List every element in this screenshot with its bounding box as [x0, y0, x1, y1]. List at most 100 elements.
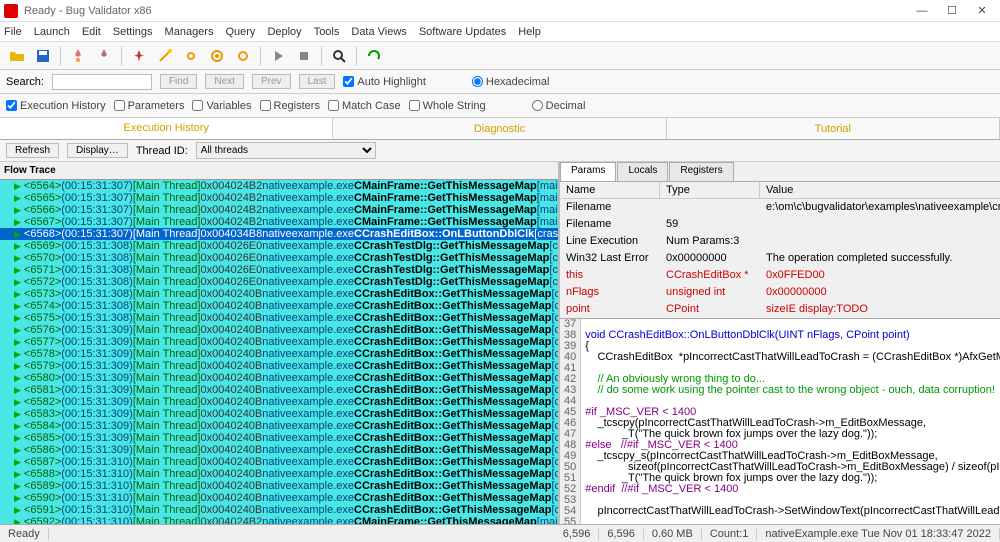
menu-file[interactable]: File [4, 26, 22, 38]
trace-row[interactable]: ▶<6564> (00:15:31:307) [Main Thread] 0x0… [0, 180, 558, 192]
menu-edit[interactable]: Edit [82, 26, 101, 38]
minimize-button[interactable]: — [908, 2, 936, 20]
menu-help[interactable]: Help [518, 26, 541, 38]
param-tab-params[interactable]: Params [560, 162, 616, 181]
source-view[interactable]: 3738394041424344454647484950515253545556… [560, 319, 1000, 524]
params-check[interactable]: Parameters [114, 100, 185, 112]
menu-query[interactable]: Query [225, 26, 255, 38]
param-row[interactable]: Line ExecutionNum Params:3 [560, 233, 1000, 250]
trace-row[interactable]: ▶<6573> (00:15:31:308) [Main Thread] 0x0… [0, 288, 558, 300]
code-line: pIncorrectCastThatWillLeadToCrash->SetWi… [581, 506, 1000, 517]
trace-row[interactable]: ▶<6578> (00:15:31:309) [Main Thread] 0x0… [0, 348, 558, 360]
close-button[interactable]: ✕ [968, 2, 996, 20]
trace-row[interactable]: ▶<6570> (00:15:31:308) [Main Thread] 0x0… [0, 252, 558, 264]
trace-row[interactable]: ▶<6579> (00:15:31:309) [Main Thread] 0x0… [0, 360, 558, 372]
stop-icon[interactable] [293, 45, 315, 67]
trace-row[interactable]: ▶<6586> (00:15:31:309) [Main Thread] 0x0… [0, 444, 558, 456]
regs-check[interactable]: Registers [260, 100, 320, 112]
trace-row[interactable]: ▶<6591> (00:15:31:310) [Main Thread] 0x0… [0, 504, 558, 516]
col-type[interactable]: Type [660, 182, 760, 198]
menu-launch[interactable]: Launch [34, 26, 70, 38]
code-line: #endif //#if _MSC_VER < 1400 [581, 484, 1000, 495]
trace-row[interactable]: ▶<6569> (00:15:31:308) [Main Thread] 0x0… [0, 240, 558, 252]
trace-row[interactable]: ▶<6577> (00:15:31:309) [Main Thread] 0x0… [0, 336, 558, 348]
trace-row[interactable]: ▶<6588> (00:15:31:310) [Main Thread] 0x0… [0, 468, 558, 480]
prev-button[interactable]: Prev [252, 74, 291, 89]
menubar: File Launch Edit Settings Managers Query Deplo… [0, 22, 1000, 42]
tab-tutorial[interactable]: Tutorial [667, 118, 1000, 139]
col-value[interactable]: Value [760, 182, 1000, 198]
target-icon[interactable] [206, 45, 228, 67]
display-button[interactable]: Display… [67, 143, 128, 158]
search-input[interactable] [52, 74, 152, 90]
refresh-button[interactable]: Refresh [6, 143, 59, 158]
trace-row[interactable]: ▶<6567> (00:15:31:307) [Main Thread] 0x0… [0, 216, 558, 228]
save-icon[interactable] [32, 45, 54, 67]
hex-radio[interactable]: Hexadecimal [472, 76, 550, 88]
rocket-icon[interactable] [67, 45, 89, 67]
status-procinfo: nativeExample.exe Tue Nov 01 18:33:47 20… [757, 528, 1000, 540]
param-row[interactable]: pointCPointsizeIE display:TODO [560, 301, 1000, 318]
match-case-check[interactable]: Match Case [328, 100, 401, 112]
param-row[interactable]: thisCCrashEditBox *0x0FFED00 [560, 267, 1000, 284]
vars-check[interactable]: Variables [192, 100, 251, 112]
status-ready: Ready [0, 528, 49, 540]
refresh-icon[interactable] [363, 45, 385, 67]
link-icon[interactable] [180, 45, 202, 67]
thread-select[interactable]: All threads [196, 142, 376, 159]
trace-row[interactable]: ▶<6583> (00:15:31:309) [Main Thread] 0x0… [0, 408, 558, 420]
trace-row[interactable]: ▶<6565> (00:15:31:307) [Main Thread] 0x0… [0, 192, 558, 204]
find-button[interactable]: Find [160, 74, 197, 89]
menu-data-views[interactable]: Data Views [351, 26, 406, 38]
exec-history-check[interactable]: Execution History [6, 100, 106, 112]
trace-row[interactable]: ▶<6568> (00:15:31:307) [Main Thread] 0x0… [0, 228, 558, 240]
trace-row[interactable]: ▶<6571> (00:15:31:308) [Main Thread] 0x0… [0, 264, 558, 276]
menu-software-updates[interactable]: Software Updates [419, 26, 506, 38]
wand-icon[interactable] [154, 45, 176, 67]
menu-settings[interactable]: Settings [113, 26, 153, 38]
rocket2-icon[interactable] [93, 45, 115, 67]
flow-trace-header: Flow Trace [0, 162, 558, 180]
whole-string-check[interactable]: Whole String [409, 100, 486, 112]
menu-tools[interactable]: Tools [314, 26, 340, 38]
auto-highlight-check[interactable]: Auto Highlight [343, 76, 426, 88]
menu-deploy[interactable]: Deploy [267, 26, 301, 38]
next-button[interactable]: Next [205, 74, 244, 89]
param-tab-locals[interactable]: Locals [617, 162, 668, 181]
param-row[interactable]: Filenamee:\om\c\bugvalidator\examples\na… [560, 199, 1000, 216]
trace-row[interactable]: ▶<6590> (00:15:31:310) [Main Thread] 0x0… [0, 492, 558, 504]
subbar: Refresh Display… Thread ID: All threads [0, 140, 1000, 162]
status-mem: 0.60 MB [644, 528, 702, 540]
trace-row[interactable]: ▶<6574> (00:15:31:308) [Main Thread] 0x0… [0, 300, 558, 312]
trace-row[interactable]: ▶<6585> (00:15:31:309) [Main Thread] 0x0… [0, 432, 558, 444]
open-icon[interactable] [6, 45, 28, 67]
trace-row[interactable]: ▶<6587> (00:15:31:310) [Main Thread] 0x0… [0, 456, 558, 468]
trace-row[interactable]: ▶<6566> (00:15:31:307) [Main Thread] 0x0… [0, 204, 558, 216]
menu-managers[interactable]: Managers [165, 26, 214, 38]
trace-row[interactable]: ▶<6580> (00:15:31:309) [Main Thread] 0x0… [0, 372, 558, 384]
tab-diagnostic[interactable]: Diagnostic [333, 118, 666, 139]
param-row[interactable]: Filename59 [560, 216, 1000, 233]
param-row[interactable]: Win32 Last Error0x00000000The operation … [560, 250, 1000, 267]
param-row[interactable]: nFlagsunsigned int0x00000000 [560, 284, 1000, 301]
trace-row[interactable]: ▶<6592> (00:15:31:310) [Main Thread] 0x0… [0, 516, 558, 524]
col-name[interactable]: Name [560, 182, 660, 198]
tab-execution-history[interactable]: Execution History [0, 118, 333, 139]
last-button[interactable]: Last [299, 74, 336, 89]
trace-row[interactable]: ▶<6576> (00:15:31:309) [Main Thread] 0x0… [0, 324, 558, 336]
param-tab-registers[interactable]: Registers [669, 162, 733, 181]
code-line [581, 517, 1000, 524]
trace-row[interactable]: ▶<6582> (00:15:31:309) [Main Thread] 0x0… [0, 396, 558, 408]
trace-row[interactable]: ▶<6589> (00:15:31:310) [Main Thread] 0x0… [0, 480, 558, 492]
trace-row[interactable]: ▶<6584> (00:15:31:309) [Main Thread] 0x0… [0, 420, 558, 432]
trace-row[interactable]: ▶<6572> (00:15:31:308) [Main Thread] 0x0… [0, 276, 558, 288]
trace-row[interactable]: ▶<6581> (00:15:31:309) [Main Thread] 0x0… [0, 384, 558, 396]
dec-radio[interactable]: Decimal [532, 100, 586, 112]
play-icon[interactable] [267, 45, 289, 67]
flow-trace-list[interactable]: ▶<6564> (00:15:31:307) [Main Thread] 0x0… [0, 180, 558, 524]
maximize-button[interactable]: ☐ [938, 2, 966, 20]
gear-icon[interactable] [232, 45, 254, 67]
trace-row[interactable]: ▶<6575> (00:15:31:308) [Main Thread] 0x0… [0, 312, 558, 324]
pin-icon[interactable] [128, 45, 150, 67]
zoom-icon[interactable] [328, 45, 350, 67]
